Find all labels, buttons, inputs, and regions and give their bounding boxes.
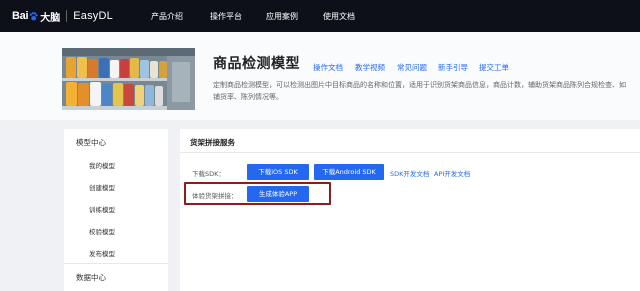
nav-platform[interactable]: 操作平台 bbox=[210, 11, 242, 23]
experience-label: 体验货架拼接： bbox=[192, 192, 238, 200]
link-operation-docs[interactable]: 操作文档 bbox=[313, 62, 343, 73]
logo-text: Bai bbox=[12, 10, 29, 22]
generate-app-button[interactable]: 生成体验APP bbox=[247, 186, 309, 202]
download-android-sdk-button[interactable]: 下载Android SDK bbox=[314, 164, 384, 180]
sidebar-item-my-models[interactable]: 我的模型 bbox=[89, 160, 115, 170]
sidebar-item-validate-model[interactable]: 校验模型 bbox=[89, 226, 115, 236]
logo-divider bbox=[66, 10, 68, 22]
shelf-product-image bbox=[62, 48, 195, 110]
sdk-dev-docs-link[interactable]: SDK开发文档 bbox=[390, 168, 429, 178]
sidebar-group-model-center[interactable]: 模型中心 bbox=[76, 137, 106, 148]
sidebar-item-train-model[interactable]: 训练模型 bbox=[89, 204, 115, 214]
sidebar-item-create-model[interactable]: 创建模型 bbox=[89, 182, 115, 192]
baidu-easydl-logo[interactable]: Bai 大脑 EasyDL bbox=[12, 9, 113, 24]
sidebar-divider bbox=[64, 263, 168, 264]
logo-du-text: 大脑 bbox=[40, 12, 61, 24]
sidebar-group-data-center[interactable]: 数据中心 bbox=[76, 272, 106, 283]
nav-product-intro[interactable]: 产品介绍 bbox=[151, 11, 183, 23]
nav-cases[interactable]: 应用案例 bbox=[266, 11, 298, 23]
nav-docs[interactable]: 使用文档 bbox=[323, 11, 355, 23]
section-title: 货架拼接服务 bbox=[190, 138, 235, 147]
link-faq[interactable]: 常见问题 bbox=[397, 62, 427, 73]
main-panel bbox=[180, 129, 640, 291]
paw-icon bbox=[29, 11, 38, 20]
link-submit-ticket[interactable]: 提交工单 bbox=[479, 62, 509, 73]
link-beginner-guide[interactable]: 新手引导 bbox=[438, 62, 468, 73]
link-tutorial-video[interactable]: 教学视频 bbox=[355, 62, 385, 73]
api-dev-docs-link[interactable]: API开发文档 bbox=[434, 168, 470, 178]
download-ios-sdk-button[interactable]: 下载iOS SDK bbox=[247, 164, 309, 180]
sidebar-item-publish-model[interactable]: 发布模型 bbox=[89, 248, 115, 258]
product-name: EasyDL bbox=[73, 10, 113, 22]
sidebar bbox=[64, 129, 168, 291]
page-title: 商品检测模型 bbox=[213, 56, 300, 72]
model-description: 定制商品检测模型，可以检测出图片中目标商品的名称和位置，适用于识别货架商品信息，… bbox=[213, 81, 626, 101]
download-sdk-label: 下载SDK： bbox=[192, 170, 225, 178]
section-divider bbox=[180, 152, 640, 153]
